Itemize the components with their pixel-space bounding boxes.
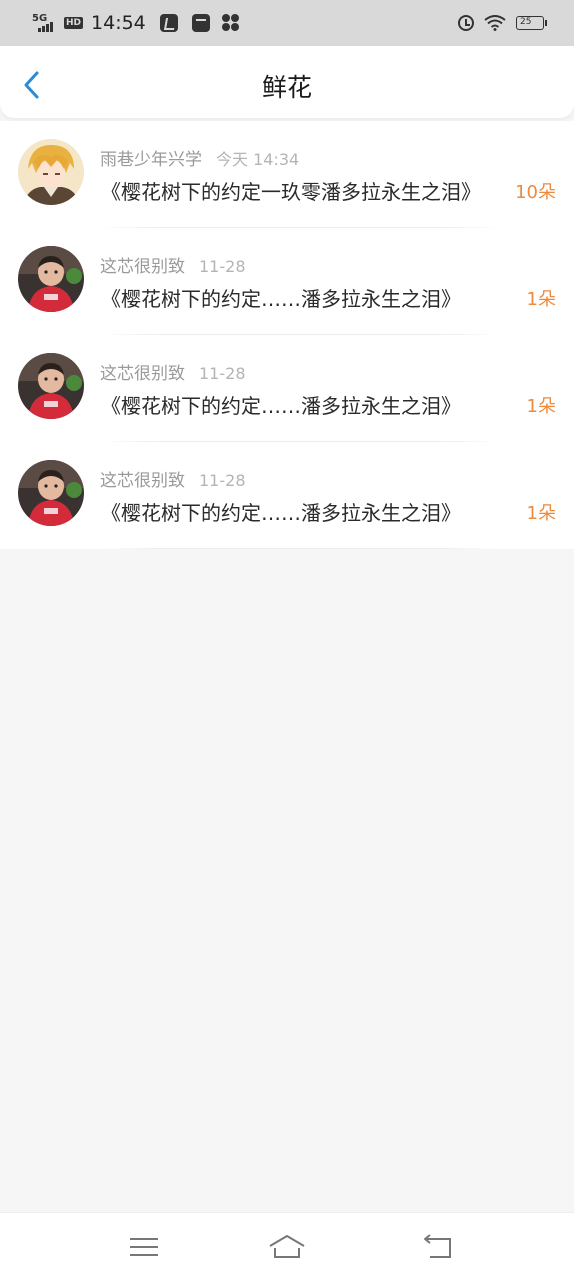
- list-item[interactable]: 这芯很别致 11-28 《樱花树下的约定……潘多拉永生之泪》 1朵: [0, 442, 574, 549]
- page-title: 鲜花: [261, 73, 312, 102]
- sender-name: 雨巷少年兴学: [100, 150, 202, 170]
- item-title: 《樱花树下的约定……潘多拉永生之泪》: [101, 287, 461, 311]
- flower-count: 10朵: [515, 182, 556, 203]
- menu-icon[interactable]: [124, 1233, 164, 1263]
- item-title: 《樱花树下的约定……潘多拉永生之泪》: [101, 394, 461, 418]
- item-meta: 这芯很别致 11-28: [100, 252, 246, 277]
- item-title: 《樱花树下的约定一玖零潘多拉永生之泪》: [101, 180, 481, 204]
- home-icon[interactable]: [267, 1233, 307, 1263]
- app-b-icon: [159, 14, 178, 32]
- item-meta: 这芯很别致 11-28: [100, 359, 246, 384]
- alarm-icon: [458, 15, 474, 31]
- flower-list: 雨巷少年兴学 今天 14:34 《樱花树下的约定一玖零潘多拉永生之泪》 10朵 这…: [0, 121, 574, 549]
- sender-name: 这芯很别致: [100, 257, 185, 277]
- sender-name: 这芯很别致: [100, 471, 185, 491]
- avatar[interactable]: [18, 353, 84, 419]
- send-time: 今天 14:34: [216, 150, 300, 169]
- item-title: 《樱花树下的约定……潘多拉永生之泪》: [101, 501, 461, 525]
- item-meta: 这芯很别致 11-28: [100, 466, 246, 491]
- status-bar: 5G HD 14:54 25: [0, 0, 574, 46]
- send-time: 11-28: [199, 471, 246, 490]
- flower-count: 1朵: [526, 396, 556, 417]
- send-time: 11-28: [199, 257, 246, 276]
- navigation-bar: 鲜花: [0, 46, 574, 118]
- item-meta: 雨巷少年兴学 今天 14:34: [100, 145, 299, 170]
- cellular-signal-icon: 5G: [32, 14, 58, 32]
- avatar[interactable]: [18, 460, 84, 526]
- battery-icon: 25: [516, 16, 547, 30]
- system-nav-bar: [0, 1212, 574, 1280]
- back-icon[interactable]: [418, 1233, 458, 1263]
- flower-count: 1朵: [526, 289, 556, 310]
- avatar[interactable]: [18, 246, 84, 312]
- hd-badge: HD: [64, 17, 84, 29]
- avatar[interactable]: [18, 139, 84, 205]
- send-time: 11-28: [199, 364, 246, 383]
- mail-icon: [191, 14, 210, 32]
- clover-icon: [221, 14, 240, 32]
- status-time: 14:54: [91, 12, 146, 34]
- flower-count: 1朵: [526, 503, 556, 524]
- list-item[interactable]: 这芯很别致 11-28 《樱花树下的约定……潘多拉永生之泪》 1朵: [0, 228, 574, 335]
- list-item[interactable]: 雨巷少年兴学 今天 14:34 《樱花树下的约定一玖零潘多拉永生之泪》 10朵: [0, 121, 574, 228]
- sender-name: 这芯很别致: [100, 364, 185, 384]
- list-item[interactable]: 这芯很别致 11-28 《樱花树下的约定……潘多拉永生之泪》 1朵: [0, 335, 574, 442]
- wifi-icon: [484, 15, 506, 31]
